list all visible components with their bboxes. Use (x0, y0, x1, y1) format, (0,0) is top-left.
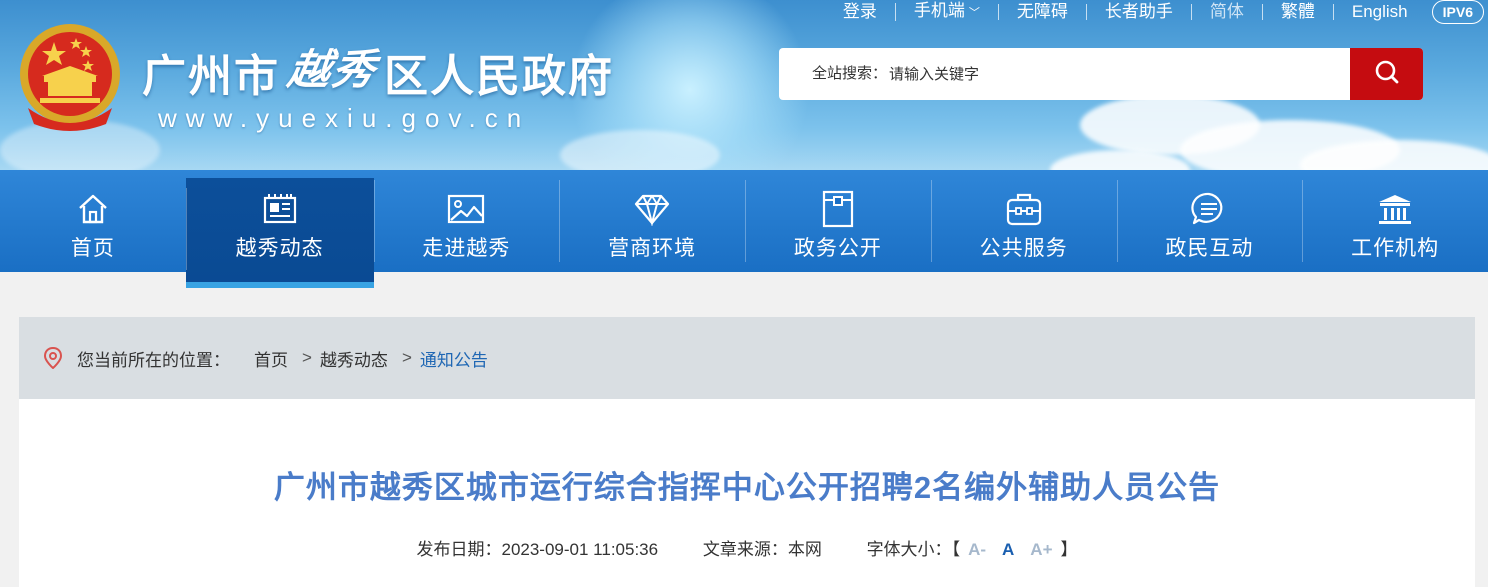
search-button[interactable] (1350, 48, 1423, 100)
site-url: www.yuexiu.gov.cn (158, 103, 531, 133)
article-meta: 发布日期：2023-09-01 11:05:36 文章来源：本网 字体大小：【 A… (19, 535, 1475, 560)
site-title: 广州市 越秀 区人民政府 (142, 42, 614, 102)
publish-date-label: 发布日期： (416, 540, 502, 559)
nav-item-about-yuexiu[interactable]: 走进越秀 (373, 170, 560, 272)
font-size-label: 字体大小： (866, 540, 952, 559)
bracket-open: 【 (951, 540, 961, 559)
nav-item-label: 营商环境 (608, 237, 697, 260)
publish-date: 2023-09-01 11:05:36 (501, 540, 659, 559)
search-label: 全站搜索： (812, 65, 888, 82)
nav-item-home[interactable]: 首页 (0, 170, 186, 272)
nav-item-label: 政务公开 (793, 237, 882, 260)
nav-item-label: 政民互动 (1165, 237, 1254, 260)
main-nav: 首页 越秀动态 走进越秀 营商环境 政务公开 公共服务 政民互动 工作机构 (0, 170, 1488, 288)
breadcrumb: 您当前所在的位置： 首页 > 越秀动态 > 通知公告 (19, 317, 1475, 399)
header-banner: 广州市 越秀 区人民政府 www.yuexiu.gov.cn 登录 手机端 ﹀ 无… (0, 0, 1488, 170)
location-label: 您当前所在的位置： (77, 350, 230, 370)
nav-item-citizen-interaction[interactable]: 政民互动 (1116, 170, 1303, 272)
traditional-chinese-link[interactable]: 繁體 (1261, 3, 1333, 20)
source-group: 文章来源：本网 (703, 540, 822, 559)
english-link[interactable]: English (1332, 3, 1426, 20)
breadcrumb-separator: > (302, 348, 312, 367)
site-title-calligraphy: 越秀 (284, 44, 381, 94)
mobile-link-label: 手机端 (913, 1, 965, 20)
nav-item-yuexiu-news[interactable]: 越秀动态 (185, 178, 374, 288)
font-size-group: 字体大小：【 A- A A+ 】 (867, 540, 1078, 559)
breadcrumb-separator: > (401, 348, 412, 367)
nav-item-public-service[interactable]: 公共服务 (930, 170, 1117, 272)
nav-item-business-environment[interactable]: 营商环境 (559, 170, 745, 272)
simplified-chinese-link[interactable]: 简体 (1190, 3, 1262, 20)
breadcrumb-home-link[interactable]: 首页 (254, 346, 288, 371)
location-pin-icon (43, 347, 63, 369)
picture-icon (446, 190, 486, 228)
search-input[interactable] (887, 48, 1350, 100)
article-panel: 您当前所在的位置： 首页 > 越秀动态 > 通知公告 广州市越秀区城市运行综合指… (19, 317, 1475, 587)
nav-item-label: 走进越秀 (422, 237, 511, 260)
breadcrumb-news-link[interactable]: 越秀动态 (320, 346, 388, 371)
site-title-city: 广州市 (142, 52, 280, 101)
breadcrumb-notices-link[interactable]: 通知公告 (420, 346, 488, 371)
login-link[interactable]: 登录 (825, 3, 895, 20)
folder-icon (821, 190, 855, 228)
home-icon (75, 190, 111, 228)
search-icon (1374, 59, 1400, 90)
nav-item-label: 工作机构 (1351, 237, 1440, 260)
chevron-down-icon: ﹀ (968, 7, 980, 19)
source-label: 文章来源： (702, 540, 788, 559)
nav-item-label: 首页 (70, 237, 115, 260)
ipv6-badge: IPV6 (1431, 0, 1484, 24)
nav-item-government-affairs[interactable]: 政务公开 (745, 170, 931, 272)
nav-item-label: 公共服务 (979, 237, 1068, 260)
publish-date-group: 发布日期：2023-09-01 11:05:36 (416, 540, 658, 559)
bracket-close: 】 (1060, 540, 1078, 559)
accessibility-link[interactable]: 无障碍 (997, 3, 1086, 20)
site-title-district: 区人民政府 (384, 52, 615, 101)
source-value: 本网 (787, 540, 822, 559)
top-links: 登录 手机端 ﹀ 无障碍 长者助手 简体 繁體 English IPV6 (825, 0, 1488, 24)
font-increase-button[interactable]: A+ (1030, 540, 1052, 559)
mobile-link[interactable]: 手机端 ﹀ (894, 1, 998, 21)
newspaper-icon (261, 190, 299, 228)
font-decrease-button[interactable]: A- (968, 540, 986, 559)
institution-icon (1376, 190, 1414, 228)
elder-assistant-link[interactable]: 长者助手 (1085, 3, 1191, 20)
article-title: 广州市越秀区城市运行综合指挥中心公开招聘2名编外辅助人员公告 (273, 470, 1221, 505)
site-search: 全站搜索： (779, 48, 1423, 100)
diamond-icon (633, 190, 671, 228)
nav-item-work-institutions[interactable]: 工作机构 (1302, 170, 1488, 272)
briefcase-icon (1005, 190, 1043, 228)
chat-icon (1190, 190, 1228, 228)
font-normal-button[interactable]: A (1002, 540, 1014, 559)
nav-item-label: 越秀动态 (235, 237, 324, 260)
national-emblem-icon (14, 20, 126, 136)
